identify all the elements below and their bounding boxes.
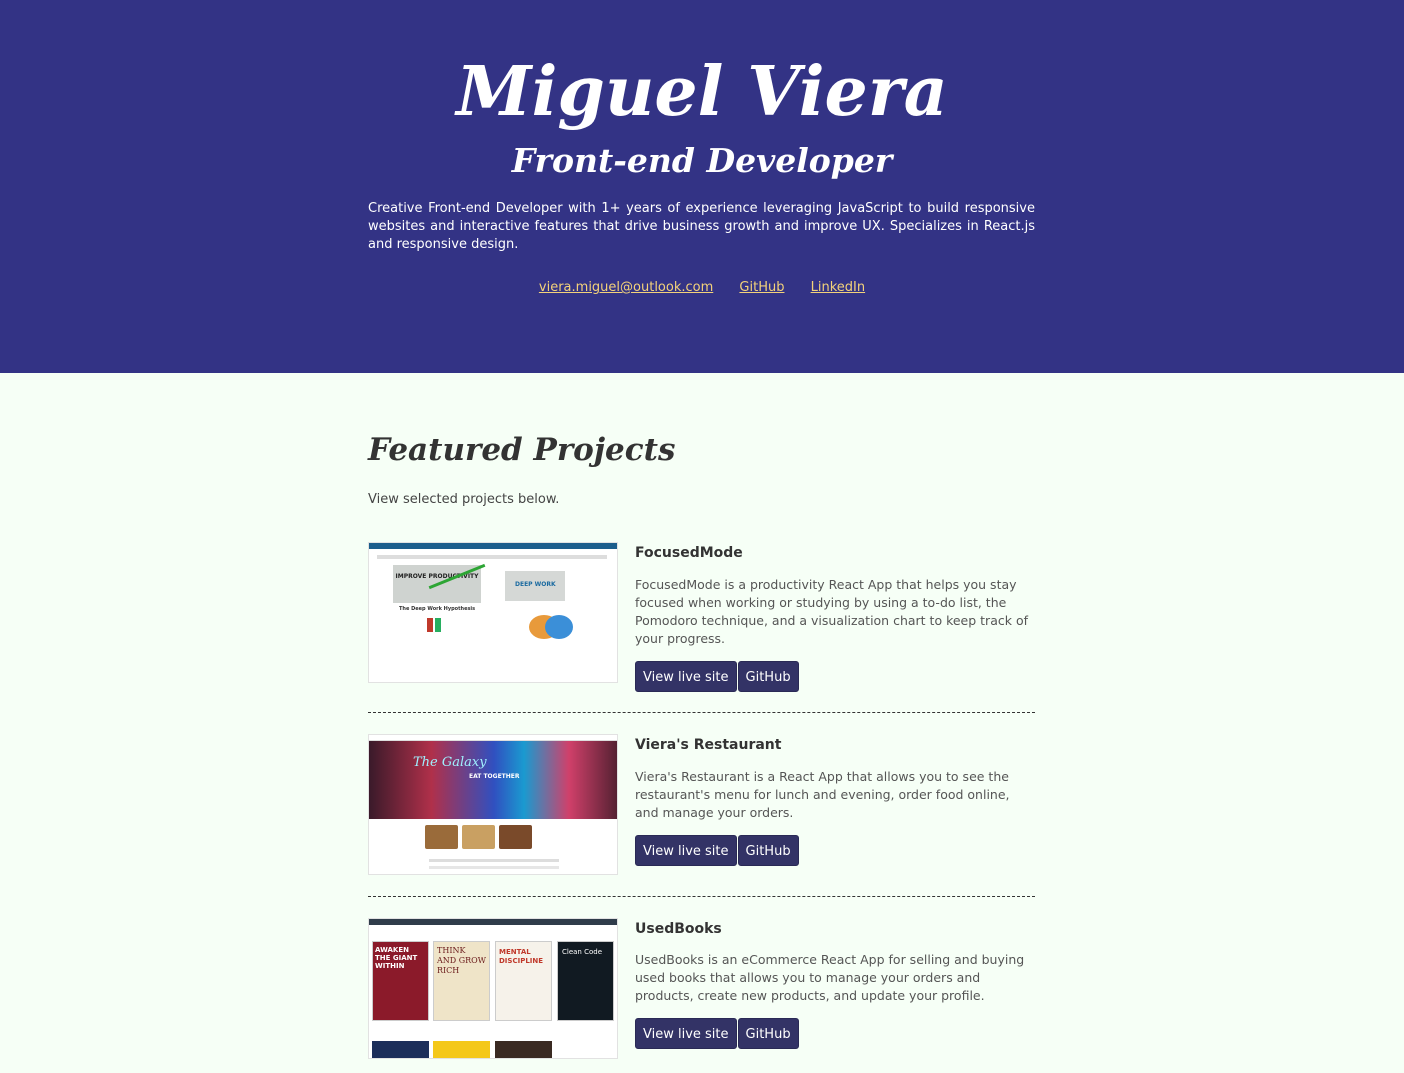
view-live-site-button[interactable]: View live site: [635, 835, 737, 866]
thumbnail-deepwork-image: DEEP WORK: [505, 571, 565, 601]
thumbnail-text-line: [429, 859, 559, 862]
project-thumbnail[interactable]: AWAKEN THE GIANT WITHIN THINK AND GROW R…: [368, 918, 618, 1059]
thumbnail-dish: [425, 825, 458, 849]
project-title: UsedBooks: [635, 921, 722, 937]
project-divider: [368, 896, 1035, 897]
project-buttons: View live site GitHub: [635, 661, 1035, 692]
hero-description: Creative Front-end Developer with 1+ yea…: [368, 201, 1035, 252]
project-card-vieras-restaurant: The Galaxy EAT TOGETHER Viera's Restaura…: [368, 734, 1035, 875]
project-description: UsedBooks is an eCommerce React App for …: [635, 952, 1025, 1003]
project-buttons: View live site GitHub: [635, 835, 1035, 866]
project-description: Viera's Restaurant is a React App that a…: [635, 769, 1010, 820]
thumbnail-text-line: [377, 555, 607, 559]
project-title: Viera's Restaurant: [635, 737, 782, 753]
email-link[interactable]: viera.miguel@outlook.com: [539, 280, 713, 295]
thumbnail-sign-text: EAT TOGETHER: [469, 773, 520, 780]
project-info: UsedBooks UsedBooks is an eCommerce Reac…: [635, 918, 1035, 1049]
github-button[interactable]: GitHub: [737, 1018, 799, 1049]
hero-role: Front-end Developer: [511, 141, 893, 180]
thumbnail-navbar: [369, 919, 617, 925]
featured-projects-subtitle: View selected projects below.: [368, 492, 560, 507]
thumbnail-brain-right: [545, 615, 573, 639]
github-button[interactable]: GitHub: [737, 835, 799, 866]
thumbnail-book-cover: AWAKEN THE GIANT WITHIN: [372, 941, 429, 1021]
linkedin-link[interactable]: LinkedIn: [811, 280, 865, 295]
github-link[interactable]: GitHub: [739, 280, 784, 295]
github-button[interactable]: GitHub: [737, 661, 799, 692]
thumbnail-neon-sign: The Galaxy: [413, 755, 487, 770]
thumbnail-book-cover: [433, 1041, 490, 1058]
view-live-site-button[interactable]: View live site: [635, 661, 737, 692]
project-thumbnail[interactable]: IMPROVE PRODUCTIVITY DEEP WORK The Deep …: [368, 542, 618, 683]
view-live-site-button[interactable]: View live site: [635, 1018, 737, 1049]
thumbnail-book-cover: Clean Code: [557, 941, 614, 1021]
project-divider: [368, 712, 1035, 713]
thumbnail-book-cover: MENTAL DISCIPLINE: [495, 941, 552, 1021]
thumbnail-down-arrow: [427, 618, 433, 632]
thumbnail-dish: [499, 825, 532, 849]
project-description: FocusedMode is a productivity React App …: [635, 577, 1028, 646]
contact-links: viera.miguel@outlook.com GitHub LinkedIn: [0, 279, 1404, 297]
hero-name: Miguel Viera: [456, 52, 948, 132]
thumbnail-text-line: [429, 866, 559, 869]
project-title: FocusedMode: [635, 545, 743, 561]
thumbnail-navbar: [369, 543, 617, 549]
thumbnail-dish: [462, 825, 495, 849]
project-info: FocusedMode FocusedMode is a productivit…: [635, 542, 1035, 692]
hero-header: Miguel Viera Front-end Developer Creativ…: [0, 0, 1404, 373]
project-thumbnail[interactable]: The Galaxy EAT TOGETHER: [368, 734, 618, 875]
project-buttons: View live site GitHub: [635, 1018, 1035, 1049]
thumbnail-book-cover: [372, 1041, 429, 1058]
featured-projects-title: Featured Projects: [368, 432, 676, 468]
project-card-focusedmode: IMPROVE PRODUCTIVITY DEEP WORK The Deep …: [368, 542, 1035, 692]
project-card-usedbooks: AWAKEN THE GIANT WITHIN THINK AND GROW R…: [368, 918, 1035, 1059]
thumbnail-restaurant-photo: [369, 741, 617, 819]
thumbnail-book-cover: [495, 1041, 552, 1058]
project-info: Viera's Restaurant Viera's Restaurant is…: [635, 734, 1035, 866]
thumbnail-book-cover: THINK AND GROW RICH: [433, 941, 490, 1021]
thumbnail-hypothesis-label: The Deep Work Hypothesis: [399, 606, 476, 612]
thumbnail-up-arrow: [435, 618, 441, 632]
